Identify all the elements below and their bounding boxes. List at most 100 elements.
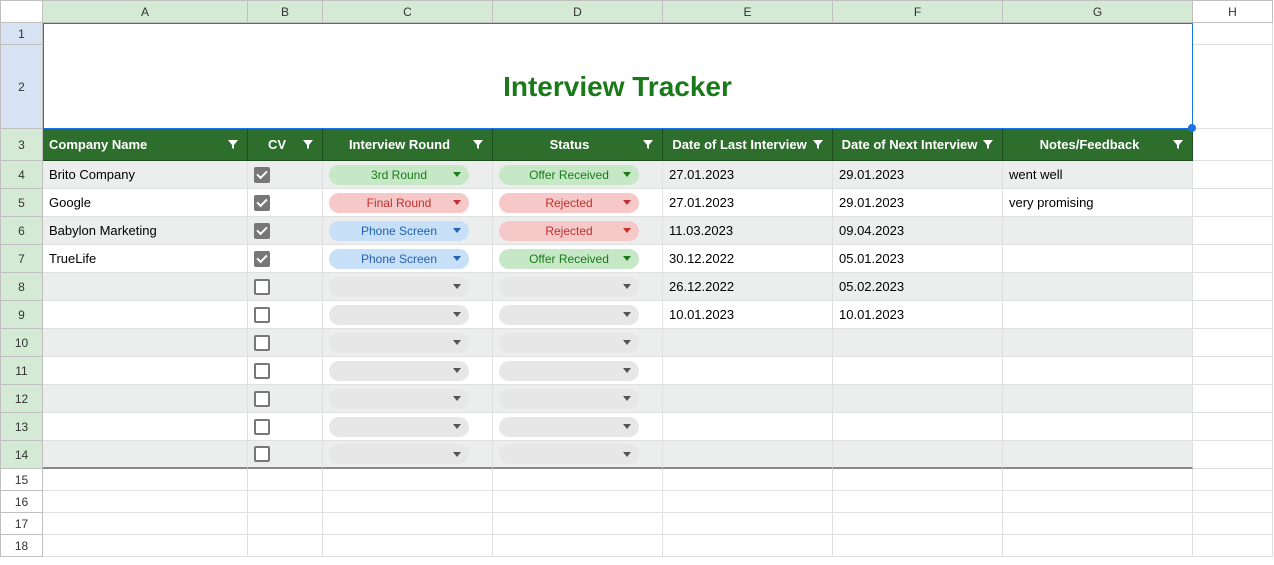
cell-notes[interactable] xyxy=(1003,385,1193,413)
cell-status[interactable] xyxy=(493,357,663,385)
row-head-12[interactable]: 12 xyxy=(0,385,43,413)
status-dropdown[interactable] xyxy=(499,444,639,464)
cell-status[interactable] xyxy=(493,329,663,357)
cell-status[interactable] xyxy=(493,273,663,301)
cell-next-date[interactable]: 29.01.2023 xyxy=(833,161,1003,189)
cell-status[interactable] xyxy=(493,385,663,413)
cell-company[interactable]: Babylon Marketing xyxy=(43,217,248,245)
blank-cell[interactable] xyxy=(43,491,248,513)
blank-cell[interactable] xyxy=(1003,513,1193,535)
header-lastDate[interactable]: Date of Last Interview xyxy=(663,129,833,161)
row-head-7[interactable]: 7 xyxy=(0,245,43,273)
blank-cell[interactable] xyxy=(1193,535,1273,557)
cell-notes[interactable] xyxy=(1003,441,1193,469)
cell-last-date[interactable]: 26.12.2022 xyxy=(663,273,833,301)
cell-company[interactable] xyxy=(43,413,248,441)
cell-H7[interactable] xyxy=(1193,245,1273,273)
col-head-F[interactable]: F xyxy=(833,0,1003,23)
cell-cv[interactable] xyxy=(248,413,323,441)
blank-cell[interactable] xyxy=(323,491,493,513)
cell-H4[interactable] xyxy=(1193,161,1273,189)
cell-notes[interactable]: very promising xyxy=(1003,189,1193,217)
status-dropdown[interactable]: Rejected xyxy=(499,221,639,241)
cell-last-date[interactable] xyxy=(663,329,833,357)
blank-cell[interactable] xyxy=(43,535,248,557)
filter-icon[interactable] xyxy=(980,137,996,153)
row-head-8[interactable]: 8 xyxy=(0,273,43,301)
cell-next-date[interactable]: 10.01.2023 xyxy=(833,301,1003,329)
corner-cell[interactable] xyxy=(0,0,43,23)
blank-cell[interactable] xyxy=(493,469,663,491)
cell-H8[interactable] xyxy=(1193,273,1273,301)
cell-last-date[interactable] xyxy=(663,357,833,385)
cv-checkbox[interactable] xyxy=(254,251,270,267)
cell-company[interactable] xyxy=(43,441,248,469)
round-dropdown[interactable] xyxy=(329,361,469,381)
blank-cell[interactable] xyxy=(1003,469,1193,491)
cell-company[interactable]: Google xyxy=(43,189,248,217)
cell-company[interactable] xyxy=(43,385,248,413)
round-dropdown[interactable] xyxy=(329,305,469,325)
cell-cv[interactable] xyxy=(248,301,323,329)
cell-last-date[interactable] xyxy=(663,441,833,469)
filter-icon[interactable] xyxy=(470,137,486,153)
cell-next-date[interactable]: 05.01.2023 xyxy=(833,245,1003,273)
cell-round[interactable]: Phone Screen xyxy=(323,245,493,273)
cv-checkbox[interactable] xyxy=(254,167,270,183)
cv-checkbox[interactable] xyxy=(254,363,270,379)
cell-company[interactable] xyxy=(43,301,248,329)
cell-notes[interactable] xyxy=(1003,217,1193,245)
blank-cell[interactable] xyxy=(248,469,323,491)
status-dropdown[interactable]: Offer Received xyxy=(499,165,639,185)
cv-checkbox[interactable] xyxy=(254,335,270,351)
cell-next-date[interactable] xyxy=(833,413,1003,441)
cell-H9[interactable] xyxy=(1193,301,1273,329)
cell-next-date[interactable] xyxy=(833,329,1003,357)
cell-round[interactable]: 3rd Round xyxy=(323,161,493,189)
cell-round[interactable]: Phone Screen xyxy=(323,217,493,245)
filter-icon[interactable] xyxy=(640,137,656,153)
cell-H13[interactable] xyxy=(1193,413,1273,441)
cv-checkbox[interactable] xyxy=(254,446,270,462)
col-head-A[interactable]: A xyxy=(43,0,248,23)
header-round[interactable]: Interview Round xyxy=(323,129,493,161)
cell-cv[interactable] xyxy=(248,161,323,189)
blank-cell[interactable] xyxy=(323,513,493,535)
cv-checkbox[interactable] xyxy=(254,279,270,295)
blank-cell[interactable] xyxy=(663,469,833,491)
cell-last-date[interactable]: 27.01.2023 xyxy=(663,189,833,217)
cell-status[interactable]: Offer Received xyxy=(493,161,663,189)
cell-H2[interactable] xyxy=(1193,45,1273,129)
filter-icon[interactable] xyxy=(1170,137,1186,153)
cell-cv[interactable] xyxy=(248,385,323,413)
cell-H11[interactable] xyxy=(1193,357,1273,385)
cv-checkbox[interactable] xyxy=(254,195,270,211)
filter-icon[interactable] xyxy=(225,137,241,153)
blank-cell[interactable] xyxy=(833,535,1003,557)
cell-cv[interactable] xyxy=(248,329,323,357)
row-head-13[interactable]: 13 xyxy=(0,413,43,441)
cv-checkbox[interactable] xyxy=(254,419,270,435)
cell-H14[interactable] xyxy=(1193,441,1273,469)
header-status[interactable]: Status xyxy=(493,129,663,161)
cell-last-date[interactable]: 11.03.2023 xyxy=(663,217,833,245)
blank-cell[interactable] xyxy=(323,535,493,557)
blank-cell[interactable] xyxy=(248,491,323,513)
round-dropdown[interactable] xyxy=(329,389,469,409)
cell-notes[interactable] xyxy=(1003,357,1193,385)
col-head-C[interactable]: C xyxy=(323,0,493,23)
cell-next-date[interactable] xyxy=(833,385,1003,413)
cell-notes[interactable] xyxy=(1003,413,1193,441)
row-head-5[interactable]: 5 xyxy=(0,189,43,217)
blank-cell[interactable] xyxy=(833,513,1003,535)
cell-H10[interactable] xyxy=(1193,329,1273,357)
cell-company[interactable]: TrueLife xyxy=(43,245,248,273)
round-dropdown[interactable] xyxy=(329,277,469,297)
cell-status[interactable] xyxy=(493,441,663,469)
cell-round[interactable] xyxy=(323,441,493,469)
row-head-4[interactable]: 4 xyxy=(0,161,43,189)
cell-H1[interactable] xyxy=(1193,23,1273,45)
cell-status[interactable] xyxy=(493,301,663,329)
blank-cell[interactable] xyxy=(663,491,833,513)
round-dropdown[interactable]: Phone Screen xyxy=(329,221,469,241)
